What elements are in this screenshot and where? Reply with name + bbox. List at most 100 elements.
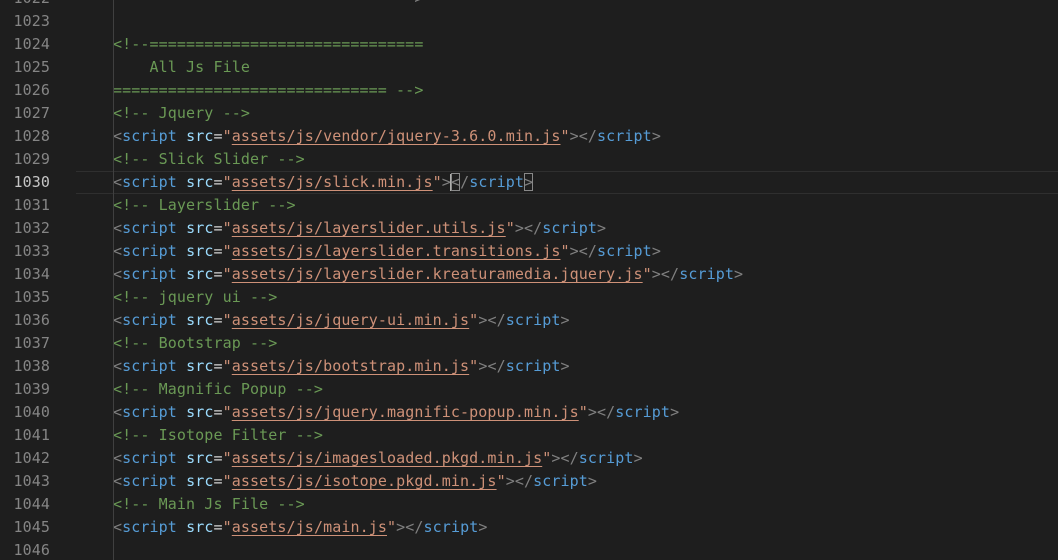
- code-text[interactable]: <script src="assets/js/isotope.pkgd.min.…: [113, 470, 1058, 493]
- code-line[interactable]: 1036 <script src="assets/js/jquery-ui.min…: [0, 309, 1058, 332]
- code-text[interactable]: ============================== -->: [113, 79, 1058, 102]
- tag-punctuation: ></: [396, 518, 424, 536]
- code-text[interactable]: <!-- Slick Slider -->: [113, 148, 1058, 171]
- code-line[interactable]: 1030 <script src="assets/js/slick.min.js"…: [0, 171, 1058, 194]
- tag-punctuation: >: [587, 472, 598, 490]
- tag-punctuation: <: [113, 173, 123, 191]
- file-path-link[interactable]: assets/js/jquery.magnific-popup.min.js: [232, 403, 579, 421]
- line-number: 1031: [13, 196, 50, 214]
- code-line[interactable]: 1037 <!-- Bootstrap -->: [0, 332, 1058, 355]
- code-line[interactable]: 1033 <script src="assets/js/layerslider.t…: [0, 240, 1058, 263]
- code-line[interactable]: 1046: [0, 539, 1058, 560]
- line-number: 1030: [13, 173, 50, 191]
- code-line[interactable]: 1029 <!-- Slick Slider -->: [0, 148, 1058, 171]
- file-path-link[interactable]: assets/js/layerslider.utils.js: [232, 219, 506, 237]
- code-text[interactable]: <script src="assets/js/main.js"></script…: [113, 516, 1058, 539]
- indent-guide: [113, 0, 114, 560]
- line-number: 1043: [13, 472, 50, 490]
- code-text[interactable]: <!-- Bootstrap -->: [113, 332, 1058, 355]
- tag-punctuation: <: [113, 449, 123, 467]
- code-text[interactable]: <!--==============================: [113, 33, 1058, 56]
- code-text[interactable]: <script src="assets/js/slick.min.js"></s…: [113, 171, 1058, 194]
- code-text[interactable]: <!-- Magnific Popup -->: [113, 378, 1058, 401]
- file-path-link[interactable]: assets/js/jquery-ui.min.js: [232, 311, 469, 329]
- tag-punctuation: >: [651, 242, 661, 260]
- string-quote: ": [222, 219, 232, 237]
- html-comment: <!-- jquery ui -->: [113, 288, 278, 306]
- tag-punctuation: <: [113, 265, 123, 283]
- tag-punctuation: ></: [514, 219, 543, 237]
- line-number: 1028: [13, 127, 50, 145]
- tag-name: script: [505, 357, 561, 375]
- equals-sign: [177, 219, 186, 237]
- code-text[interactable]: <script src="assets/js/layerslider.trans…: [113, 240, 1058, 263]
- equals-sign: =: [213, 127, 223, 145]
- code-line[interactable]: 1045 <script src="assets/js/main.js"></sc…: [0, 516, 1058, 539]
- attribute-name: src: [186, 357, 214, 375]
- tag-punctuation: >: [734, 265, 744, 283]
- tag-punctuation: <: [113, 403, 123, 421]
- file-path-link[interactable]: assets/js/main.js: [232, 518, 387, 536]
- code-editor[interactable]: 1022 >10231024<!--======================…: [0, 0, 1058, 560]
- code-line[interactable]: 1027 <!-- Jquery -->: [0, 102, 1058, 125]
- code-line[interactable]: 1041 <!-- Isotope Filter -->: [0, 424, 1058, 447]
- code-text[interactable]: <script src="assets/js/bootstrap.min.js"…: [113, 355, 1058, 378]
- code-text[interactable]: <script src="assets/js/jquery.magnific-p…: [113, 401, 1058, 424]
- code-lines[interactable]: 1022 >10231024<!--======================…: [0, 0, 1058, 560]
- tag-punctuation: <: [113, 357, 123, 375]
- tag-name: script: [122, 127, 177, 145]
- code-text[interactable]: >: [113, 0, 1058, 10]
- code-text[interactable]: <!-- Jquery -->: [113, 102, 1058, 125]
- file-path-link[interactable]: assets/js/layerslider.transitions.js: [232, 242, 561, 260]
- code-line[interactable]: 1026 ============================== -->: [0, 79, 1058, 102]
- code-text[interactable]: <!-- Isotope Filter -->: [113, 424, 1058, 447]
- code-line[interactable]: 1031 <!-- Layerslider -->: [0, 194, 1058, 217]
- attribute-name: src: [186, 265, 214, 283]
- tag-name: script: [578, 449, 634, 467]
- file-path-link[interactable]: assets/js/bootstrap.min.js: [232, 357, 469, 375]
- equals-sign: [177, 403, 186, 421]
- code-text[interactable]: <script src="assets/js/imagesloaded.pkgd…: [113, 447, 1058, 470]
- html-comment: All Js File: [113, 58, 250, 76]
- code-text[interactable]: All Js File: [113, 56, 1058, 79]
- line-number: 1042: [13, 449, 50, 467]
- code-line[interactable]: 1044 <!-- Main Js File -->: [0, 493, 1058, 516]
- code-text[interactable]: <script src="assets/js/layerslider.kreat…: [113, 263, 1058, 286]
- code-line[interactable]: 1039 <!-- Magnific Popup -->: [0, 378, 1058, 401]
- code-text[interactable]: <script src="assets/js/vendor/jquery-3.6…: [113, 125, 1058, 148]
- code-line[interactable]: 1034 <script src="assets/js/layerslider.k…: [0, 263, 1058, 286]
- code-line[interactable]: 1040 <script src="assets/js/jquery.magnif…: [0, 401, 1058, 424]
- code-line[interactable]: 1043 <script src="assets/js/isotope.pkgd.…: [0, 470, 1058, 493]
- file-path-link[interactable]: assets/js/layerslider.kreaturamedia.jque…: [232, 265, 643, 283]
- code-line[interactable]: 1025 All Js File: [0, 56, 1058, 79]
- code-text[interactable]: <script src="assets/js/layerslider.utils…: [113, 217, 1058, 240]
- code-line[interactable]: 1042 <script src="assets/js/imagesloaded.…: [0, 447, 1058, 470]
- string-quote: ": [560, 127, 570, 145]
- line-number: 1035: [13, 288, 50, 306]
- file-path-link[interactable]: assets/js/imagesloaded.pkgd.min.js: [232, 449, 542, 467]
- string-quote: ": [560, 242, 570, 260]
- code-line[interactable]: 1028 <script src="assets/js/vendor/jquery…: [0, 125, 1058, 148]
- code-text[interactable]: <!-- Layerslider -->: [113, 194, 1058, 217]
- code-line[interactable]: 1024 <!--==============================: [0, 33, 1058, 56]
- file-path-link[interactable]: assets/js/vendor/jquery-3.6.0.min.js: [232, 127, 561, 145]
- code-text[interactable]: <!-- jquery ui -->: [113, 286, 1058, 309]
- code-line[interactable]: 1038 <script src="assets/js/bootstrap.min…: [0, 355, 1058, 378]
- code-line[interactable]: 1023: [0, 10, 1058, 33]
- file-path-link[interactable]: assets/js/isotope.pkgd.min.js: [232, 472, 497, 490]
- equals-sign: [177, 265, 186, 283]
- code-line[interactable]: 1035 <!-- jquery ui -->: [0, 286, 1058, 309]
- line-number: 1032: [13, 219, 50, 237]
- code-text[interactable]: <script src="assets/js/jquery-ui.min.js"…: [113, 309, 1058, 332]
- html-comment: <!-- Main Js File -->: [113, 495, 305, 513]
- line-number: 1026: [13, 81, 50, 99]
- equals-sign: [177, 472, 186, 490]
- code-text[interactable]: <!-- Main Js File -->: [113, 493, 1058, 516]
- html-comment: <!-- Bootstrap -->: [113, 334, 278, 352]
- code-line[interactable]: 1022 >: [0, 0, 1058, 10]
- code-line[interactable]: 1032 <script src="assets/js/layerslider.u…: [0, 217, 1058, 240]
- equals-sign: [177, 127, 186, 145]
- string-quote: ": [642, 265, 652, 283]
- file-path-link[interactable]: assets/js/slick.min.js: [232, 173, 433, 191]
- tag-name: script: [505, 311, 561, 329]
